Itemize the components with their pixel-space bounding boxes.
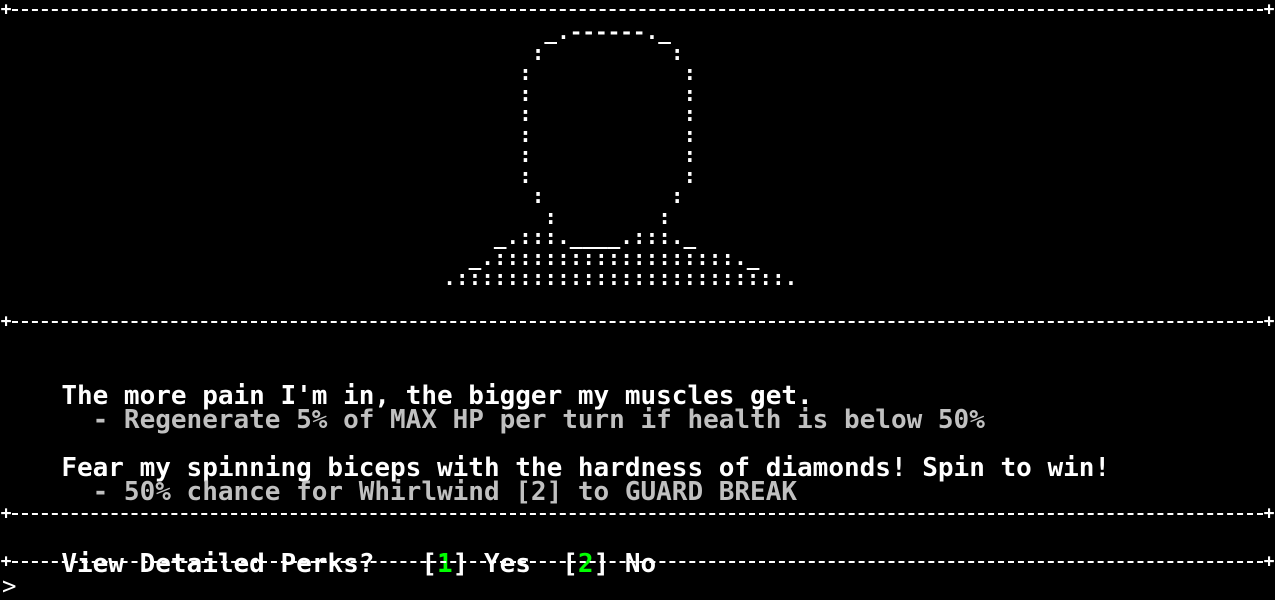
prompt-bottom-border: + + <box>0 551 1275 572</box>
top-border: + + <box>0 0 1275 20</box>
portrait-art: _.------._ : : : : : : : : : : : : : : :… <box>0 22 1275 312</box>
perk-2-flavor: Fear my spinning biceps with the hardnes… <box>61 453 1111 483</box>
prompt-top-border: + + <box>0 503 1275 524</box>
perks-prompt: View Detailed Perks? [1] Yes [2] No <box>30 528 656 577</box>
command-input[interactable]: > <box>2 574 16 598</box>
input-cursor: > <box>2 572 17 600</box>
perk-1-effect: - Regenerate 5% of MAX HP per turn if he… <box>61 405 985 435</box>
perk-1-flavor: The more pain I'm in, the bigger my musc… <box>61 381 813 411</box>
portrait-border: + + <box>0 311 1275 332</box>
perk-2-effect: - 50% chance for Whirlwind [2] to GUARD … <box>61 477 798 507</box>
portrait-ascii: _.------._ : : : : : : : : : : : : : : :… <box>443 20 798 290</box>
